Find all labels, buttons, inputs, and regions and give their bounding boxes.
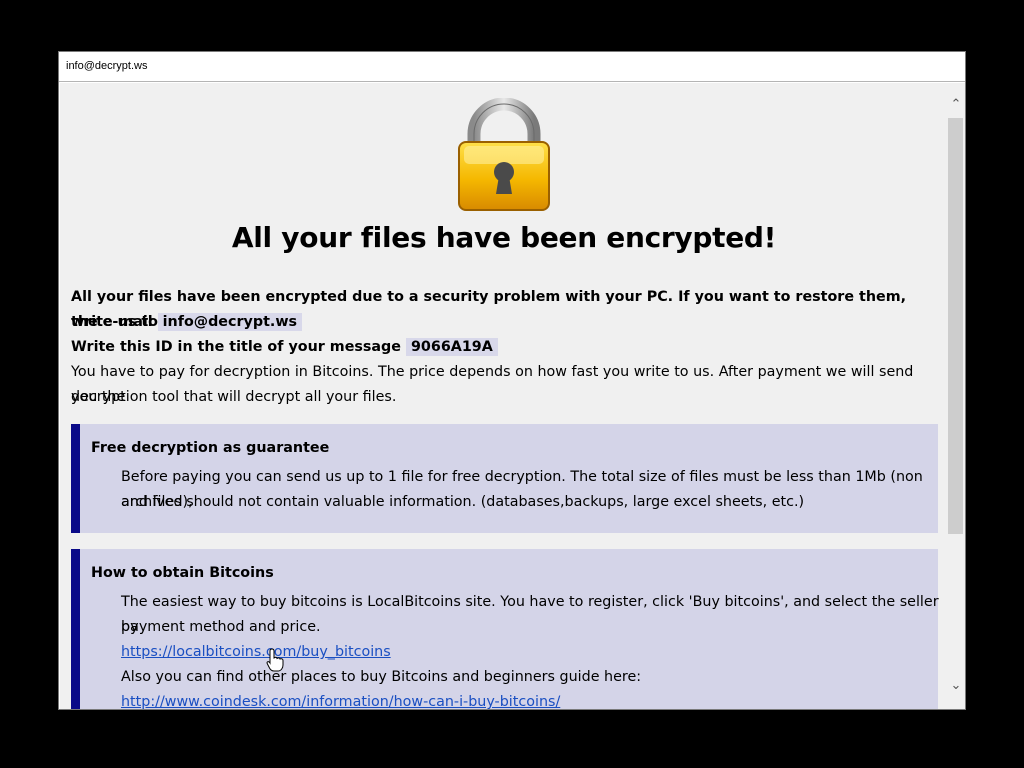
ransom-window: info@decrypt.ws All your files have been… xyxy=(58,51,966,710)
title-bar[interactable]: info@decrypt.ws xyxy=(59,52,965,82)
guarantee-line-2: and files should not contain valuable in… xyxy=(121,494,805,510)
chevron-down-icon[interactable]: ⌄ xyxy=(947,676,965,696)
chevron-up-icon[interactable]: ⌃ xyxy=(947,95,965,115)
id-prefix: Write this ID in the title of your messa… xyxy=(71,339,401,355)
coindesk-link[interactable]: http://www.coindesk.com/information/how-… xyxy=(121,694,560,709)
message-panel: All your files have been encrypted! All … xyxy=(60,83,947,709)
localbitcoins-link[interactable]: https://localbitcoins.com/buy_bitcoins xyxy=(121,644,391,660)
bitcoins-box: How to obtain Bitcoins The easiest way t… xyxy=(71,549,941,709)
bitcoins-title: How to obtain Bitcoins xyxy=(91,565,274,581)
bitcoins-link-row: https://localbitcoins.com/buy_bitcoins xyxy=(121,640,941,665)
coindesk-link-row: http://www.coindesk.com/information/how-… xyxy=(121,690,941,709)
intro-line-2: the e-mail info@decrypt.ws xyxy=(71,310,931,335)
victim-id: 9066A19A xyxy=(405,338,498,356)
contact-email: info@decrypt.ws xyxy=(157,313,303,331)
vertical-scrollbar[interactable]: ⌃ ⌄ xyxy=(947,83,965,709)
id-line: Write this ID in the title of your messa… xyxy=(71,335,931,360)
window-title: info@decrypt.ws xyxy=(66,60,148,72)
bitcoins-line-2: payment method and price. xyxy=(121,619,321,635)
bitcoins-line-3: Also you can find other places to buy Bi… xyxy=(121,669,642,685)
payment-line-2: decryption tool that will decrypt all yo… xyxy=(71,389,397,405)
guarantee-title: Free decryption as guarantee xyxy=(91,440,330,456)
headline: All your files have been encrypted! xyxy=(231,221,777,254)
guarantee-box: Free decryption as guarantee Before payi… xyxy=(71,424,938,533)
hand-pointer-icon xyxy=(266,648,284,672)
email-prefix: the e-mail xyxy=(71,314,153,330)
scroll-thumb[interactable] xyxy=(948,118,963,534)
padlock-icon xyxy=(458,98,550,211)
